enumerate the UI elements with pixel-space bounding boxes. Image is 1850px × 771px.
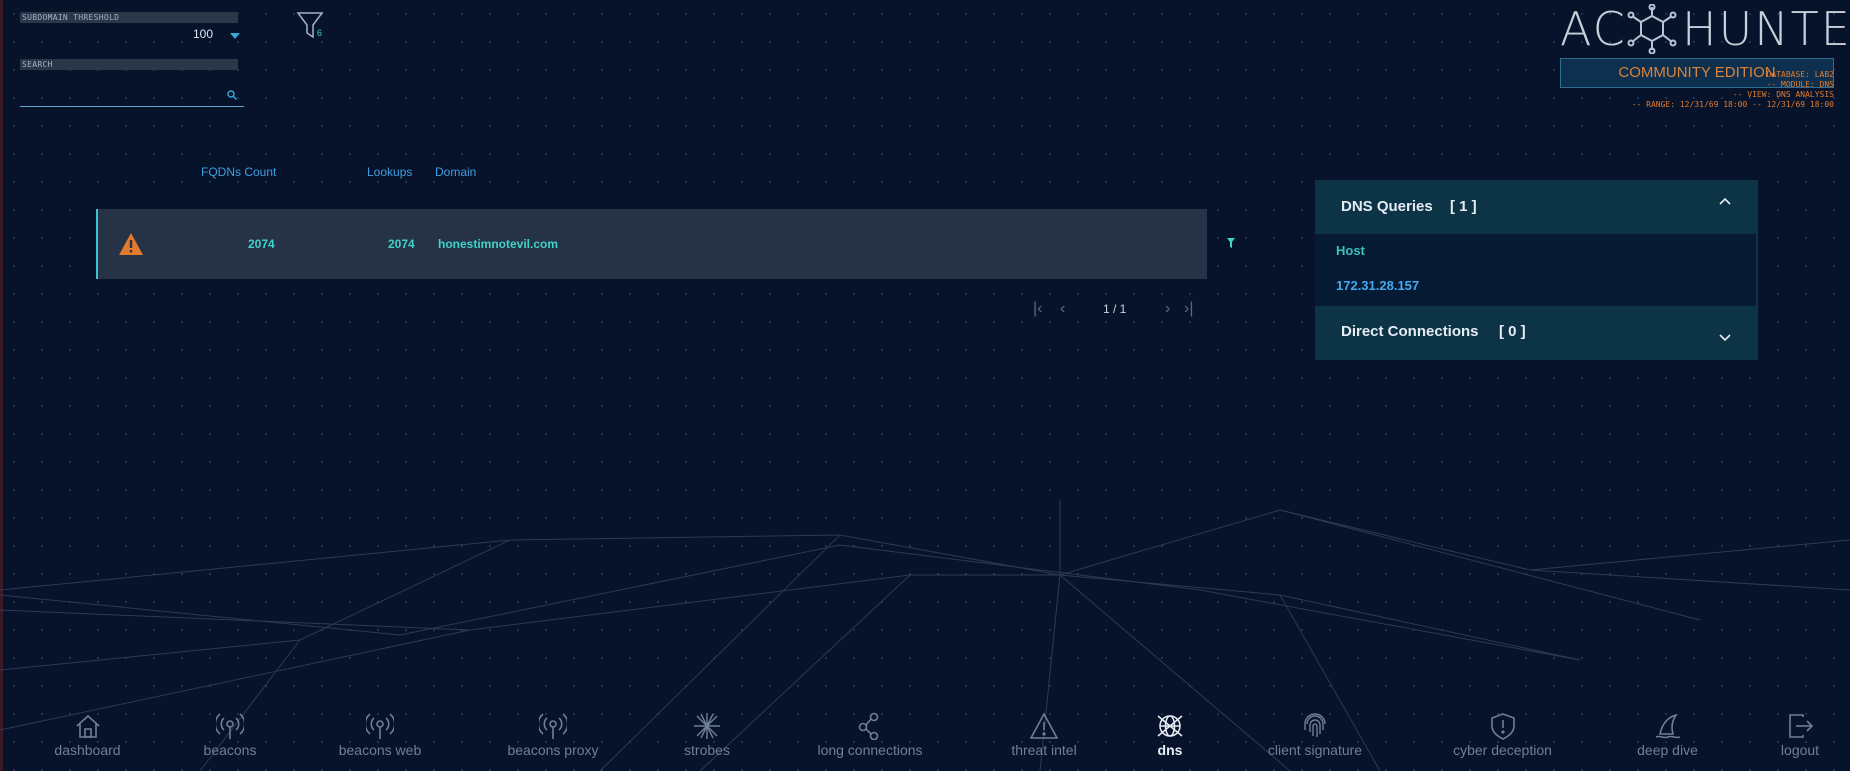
last-page-button[interactable]: ›| [1184,300,1193,318]
nav-deep-dive[interactable]: deep dive [1625,712,1710,764]
nav-label: beacons [203,742,257,758]
nav-strobes[interactable]: strobes [667,712,747,764]
lookups-cell: 2074 [388,237,415,251]
nav-logout[interactable]: logout [1770,712,1830,764]
first-page-button[interactable]: |‹ [1033,300,1042,318]
nav-label: logout [1780,742,1820,758]
nav-cyber-deception[interactable]: cyber deception [1440,712,1565,764]
meta-range: -- RANGE: 12/31/69 18:00 -- 12/31/69 18:… [1631,100,1834,109]
search-label: SEARCH [20,59,238,70]
meta-database: DATABASE: LAB2 [1766,70,1834,79]
nav-beacons[interactable]: beacons [180,712,280,764]
globe-icon [1157,715,1183,737]
nav-dns[interactable]: dns [1140,712,1200,764]
logo-text-right: HUNTER [1682,2,1850,56]
dns-queries-count: [ 1 ] [1450,198,1477,215]
meta-module: -- MODULE: DNS [1766,80,1834,89]
direct-connections-count: [ 0 ] [1499,323,1526,340]
nav-client-signature[interactable]: client signature [1250,712,1380,764]
nav-label: client signature [1267,742,1363,758]
nav-label: long connections [817,742,923,758]
nav-label: dashboard [54,742,121,758]
host-column-label: Host [1336,243,1365,258]
nav-label: dns [1157,742,1183,758]
column-header-domain[interactable]: Domain [435,165,476,179]
filter-count: 6 [317,28,323,38]
fqdns-count-cell: 2074 [248,237,275,251]
warning-icon [119,233,143,255]
column-header-fqdns[interactable]: FQDNs Count [201,165,276,179]
nav-beacons-web[interactable]: beacons web [320,712,440,764]
dns-queries-header[interactable]: DNS Queries [ 1 ] [1315,180,1758,234]
warning-icon [1030,712,1058,739]
table-row[interactable]: 2074 2074 honestimnotevil.com [96,209,1207,279]
host-ip-link[interactable]: 172.31.28.157 [1336,278,1419,293]
domain-cell[interactable]: honestimnotevil.com [438,237,558,251]
chevron-down-icon[interactable] [230,33,240,39]
direct-connections-header[interactable]: Direct Connections [ 0 ] [1315,306,1758,360]
nav-long-connections[interactable]: long connections [805,712,935,764]
threshold-value[interactable]: 100 [193,27,213,41]
nav-label: cyber deception [1453,742,1552,758]
antenna-icon [366,713,394,739]
nav-beacons-proxy[interactable]: beacons proxy [488,712,618,764]
nav-threat-intel[interactable]: threat intel [995,712,1093,764]
search-icon[interactable] [227,90,237,100]
session-meta: DATABASE: LAB2 -- MODULE: DNS -- VIEW: D… [1560,70,1834,110]
meta-view: -- VIEW: DNS ANALYSIS [1732,90,1834,99]
nav-label: beacons web [338,742,422,758]
shark-fin-icon [1655,713,1680,739]
search-input[interactable] [20,76,244,107]
direct-connections-title: Direct Connections [1341,323,1479,340]
nav-label: strobes [684,742,730,758]
antenna-icon [216,713,244,739]
nav-label: beacons proxy [507,742,599,758]
row-filter-icon[interactable] [1226,237,1236,249]
page-indicator: 1 / 1 [1103,302,1127,316]
nav-label: threat intel [1011,742,1077,758]
prev-page-button[interactable]: ‹ [1060,300,1065,318]
column-header-lookups[interactable]: Lookups [367,165,412,179]
fingerprint-icon [1304,713,1326,737]
logout-icon [1789,714,1814,738]
nav-dashboard[interactable]: dashboard [30,712,145,764]
antenna-icon [539,713,567,739]
molecule-icon [1627,4,1677,54]
dns-queries-body: Host 172.31.28.157 [1315,234,1758,306]
logo-text-left: AC [1560,2,1627,56]
starburst-icon [694,713,720,739]
next-page-button[interactable]: › [1165,300,1170,318]
app-logo: AC HUNTER [1560,2,1850,56]
dns-queries-title: DNS Queries [1341,198,1433,215]
shield-icon [1490,713,1515,740]
threshold-label: SUBDOMAIN THRESHOLD [20,12,238,23]
chevron-down-icon[interactable] [1719,334,1731,342]
nodes-icon [858,712,879,740]
home-icon [75,714,100,738]
nav-label: deep dive [1637,742,1698,758]
filter-icon[interactable] [295,10,329,42]
filter-button[interactable]: 6 [295,10,329,47]
chevron-up-icon[interactable] [1719,197,1731,205]
